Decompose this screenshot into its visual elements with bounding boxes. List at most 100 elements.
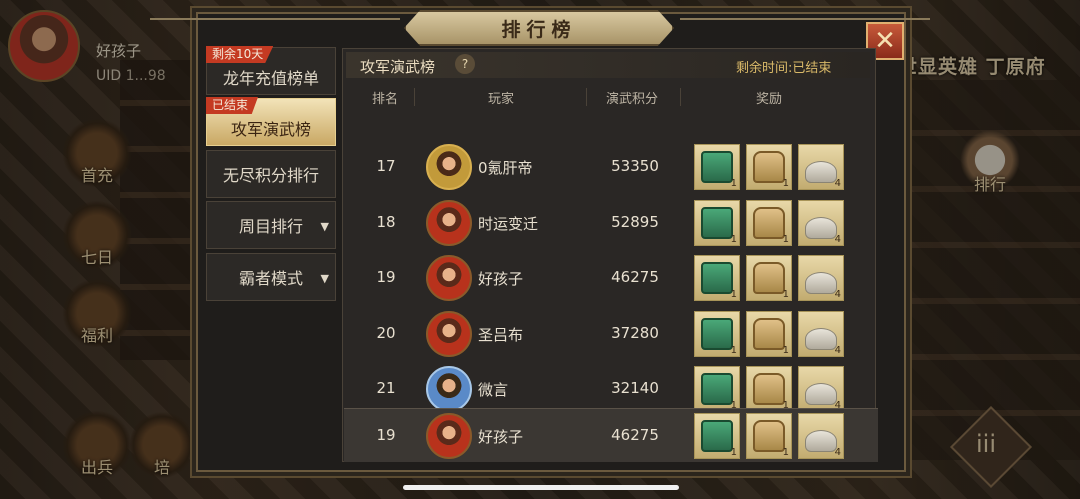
silver-ingot-icon[interactable]: 4 [798,310,844,357]
player-name-cell: 圣吕布 [478,325,524,344]
tab-label: 攻军演武榜 [230,120,311,139]
reward-count: 1 [782,289,789,300]
player-avatar-icon[interactable] [426,366,472,412]
reward-count: 4 [834,289,841,300]
column-separator [414,88,415,106]
panel-title: 攻军演武榜 [360,58,436,76]
tab-recharge-ranking[interactable]: 剩余10天 龙年充值榜单 [206,46,336,95]
jade-chest-icon[interactable]: 1 [694,199,740,246]
reward-glyph [805,272,837,294]
reward-glyph [805,216,837,239]
reward-count: 1 [782,178,789,189]
reward-count: 1 [730,344,737,356]
reward-count: 4 [834,344,841,356]
title-ornament-left [150,18,400,36]
score-cell: 32140 [611,379,659,397]
supply-bag-icon[interactable]: 1 [746,199,792,246]
rank-cell: 18 [376,212,396,231]
reward-glyph [805,383,837,405]
modal-title: 排行榜 [404,10,674,46]
player-avatar-icon[interactable] [426,144,472,190]
supply-bag-icon[interactable]: 1 [746,366,792,412]
reward-count: 1 [782,233,789,245]
silver-ingot-icon[interactable]: 4 [798,366,844,412]
silver-ingot-icon[interactable]: 4 [798,413,844,459]
table-row[interactable]: 20 圣吕布 37280 1 1 4 [344,307,878,362]
reward-count: 4 [834,447,841,458]
reward-glyph [753,151,785,183]
reward-count: 1 [730,447,737,458]
reward-glyph [701,206,733,239]
tab-endless-points[interactable]: 无尽积分排行 [206,150,336,198]
tab-badge-ended: 已结束 [206,97,259,114]
dropdown-arrow-icon: ▼ [320,272,329,285]
close-icon: ✕ [874,26,896,56]
supply-bag-icon[interactable]: 1 [746,255,792,301]
reward-glyph [805,430,837,452]
tab-label: 龙年充值榜单 [222,69,319,88]
supply-bag-icon[interactable]: 1 [746,310,792,357]
help-icon[interactable]: ? [455,54,475,74]
silver-ingot-icon[interactable]: 4 [798,144,844,190]
reward-glyph [753,420,785,452]
player-name-cell: 微言 [478,381,509,399]
silver-ingot-icon[interactable]: 4 [798,255,844,301]
tab-label: 霸者模式 [238,269,303,288]
player-avatar-icon[interactable] [426,255,472,301]
table-row[interactable]: 18 时运变迁 52895 1 1 4 [344,196,878,251]
table-row[interactable]: 17 0氪肝帝 53350 1 1 4 [344,140,878,195]
tab-cycle-ranking[interactable]: 周目排行 ▼ [206,201,336,249]
tab-badge-remaining: 剩余10天 [206,46,274,63]
supply-bag-icon[interactable]: 1 [746,144,792,190]
jade-chest-icon[interactable]: 1 [694,413,740,459]
table-row[interactable]: 19 好孩子 46275 1 1 4 [344,251,878,306]
score-cell: 46275 [611,268,659,286]
jade-chest-icon[interactable]: 1 [694,366,740,412]
reward-count: 1 [782,447,789,458]
score-cell: 52895 [611,212,659,231]
reward-count: 1 [730,178,737,189]
dropdown-arrow-icon: ▼ [320,220,329,233]
score-cell: 53350 [611,157,659,175]
player-name-cell: 好孩子 [478,428,524,446]
tab-overlord-mode[interactable]: 霸者模式 ▼ [206,253,336,301]
jade-chest-icon[interactable]: 1 [694,310,740,357]
reward-glyph [701,373,733,405]
silver-ingot-icon[interactable]: 4 [798,199,844,246]
ranking-list[interactable]: 17 0氪肝帝 53350 1 1 4 18 时运变迁 52895 1 1 4 19 好孩子 46275 1 1… [344,110,878,462]
tab-label: 无尽积分排行 [222,166,319,185]
jade-chest-icon[interactable]: 1 [694,255,740,301]
player-avatar-icon[interactable] [426,413,472,459]
reward-glyph [701,151,733,183]
rank-cell: 17 [376,157,396,175]
reward-count: 1 [730,233,737,245]
reward-glyph [753,373,785,405]
reward-count: 1 [782,344,789,356]
player-avatar-icon[interactable] [426,199,472,246]
score-cell: 37280 [611,323,659,342]
supply-bag-icon[interactable]: 1 [746,413,792,459]
column-header-player: 玩家 [488,92,515,107]
self-rank-row[interactable]: 19 好孩子 46275 1 1 4 [344,408,878,462]
reward-glyph [753,206,785,239]
reward-glyph [701,420,733,452]
tab-martial-drill-ranking[interactable]: 已结束 攻军演武榜 [206,97,336,146]
reward-glyph [805,327,837,350]
reward-glyph [805,161,837,183]
tab-label: 周目排行 [238,217,303,236]
rank-cell: 19 [376,268,396,286]
jade-chest-icon[interactable]: 1 [694,144,740,190]
reward-glyph [753,262,785,294]
column-header-reward: 奖励 [756,92,783,107]
rank-cell: 19 [376,426,396,444]
home-indicator[interactable] [403,485,679,490]
reward-count: 1 [730,289,737,300]
player-avatar-icon[interactable] [426,310,472,357]
reward-count: 4 [834,178,841,189]
player-name-cell: 好孩子 [478,270,524,288]
reward-glyph [701,262,733,294]
column-header-score: 演武积分 [606,92,659,107]
rank-cell: 20 [376,323,396,342]
column-separator [680,88,681,106]
player-name-cell: 0氪肝帝 [478,159,533,177]
